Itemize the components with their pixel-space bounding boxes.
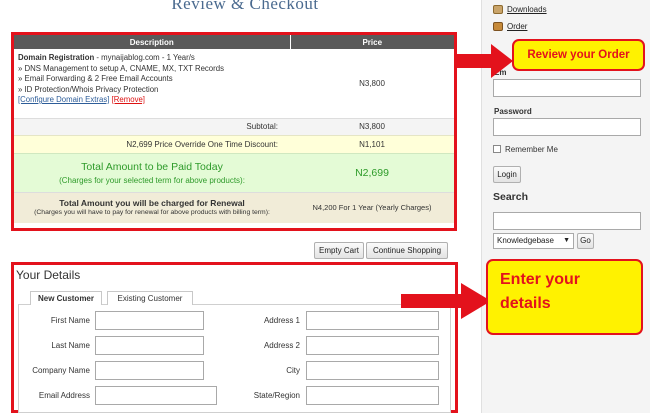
item-title: Domain Registration (18, 53, 95, 62)
total-today-subtitle: (Charges for your selected term for abov… (59, 175, 245, 185)
last-name-label: Last Name (51, 341, 90, 350)
tab-new-customer[interactable]: New Customer (30, 291, 102, 305)
first-name-label: First Name (50, 316, 90, 325)
order-summary-table: Description Price Domain Registration - … (14, 35, 454, 223)
configure-domain-extras-link[interactable]: [Configure Domain Extras] (18, 95, 109, 104)
review-order-callout-text: Review your Order (527, 49, 630, 61)
first-name-input[interactable] (95, 311, 204, 330)
page-title: Review & Checkout (171, 0, 319, 13)
item-feature: » Email Forwarding & 2 Free Email Accoun… (18, 74, 173, 83)
item-price: N3,800 (290, 49, 454, 118)
total-today-title: Total Amount to be Paid Today (81, 160, 223, 173)
search-category-select[interactable]: Knowledgebase ▼ (493, 233, 574, 249)
remember-me-checkbox[interactable] (493, 145, 501, 153)
details-heading: Your Details (16, 268, 81, 282)
download-icon (493, 5, 503, 14)
column-header-price: Price (290, 35, 454, 49)
password-label: Password (494, 107, 532, 116)
company-name-input[interactable] (95, 361, 204, 380)
arrow-right-icon (401, 283, 491, 319)
renewal-label: Total Amount you will be charged for Ren… (14, 191, 290, 223)
order-icon (493, 22, 503, 31)
sidebar-email-input[interactable] (493, 79, 641, 97)
tab-existing-customer-label: Existing Customer (117, 294, 183, 303)
column-header-description: Description (14, 35, 291, 49)
discount-label: N2,699 Price Override One Time Discount: (14, 134, 290, 153)
dropdown-arrow-icon: ▼ (563, 237, 570, 244)
email-address-label: Email Address (38, 391, 90, 400)
item-feature: » DNS Management to setup A, CNAME, MX, … (18, 63, 224, 73)
total-today-label: Total Amount to be Paid Today (Charges f… (14, 152, 290, 192)
review-order-callout: Review your Order (512, 39, 645, 71)
email-address-input[interactable] (95, 386, 217, 405)
address2-input[interactable] (306, 336, 439, 355)
discount-value: N1,101 (290, 134, 454, 153)
empty-cart-button[interactable]: Empty Cart (314, 242, 364, 259)
company-name-label: Company Name (32, 366, 90, 375)
remember-me-label: Remember Me (505, 145, 558, 154)
subtotal-value: N3,800 (290, 117, 454, 135)
sidebar-downloads-link[interactable]: Downloads (507, 5, 547, 14)
continue-shopping-button[interactable]: Continue Shopping (366, 242, 448, 259)
arrow-right-icon (457, 44, 513, 78)
sidebar-password-input[interactable] (493, 118, 641, 136)
subtotal-label: Subtotal: (14, 117, 290, 135)
last-name-input[interactable] (95, 336, 204, 355)
state-region-label: State/Region (253, 391, 300, 400)
tab-new-customer-label: New Customer (37, 294, 94, 303)
enter-details-callout: Enter your details (486, 259, 643, 335)
address1-label: Address 1 (263, 316, 300, 325)
search-heading: Search (493, 191, 529, 203)
renewal-value: N4,200 For 1 Year (Yearly Charges) (290, 191, 454, 223)
remove-item-link[interactable]: [Remove] (112, 95, 145, 104)
sidebar-order-link[interactable]: Order (507, 22, 527, 31)
sidebar-search-input[interactable] (493, 212, 641, 230)
tab-existing-customer[interactable]: Existing Customer (107, 291, 193, 305)
renewal-subtitle: (Charges you will have to pay for renewa… (34, 208, 270, 216)
search-category-value: Knowledgebase (497, 236, 554, 245)
enter-details-callout-text: Enter your details (500, 271, 581, 312)
total-today-value: N2,699 (290, 152, 454, 192)
login-button[interactable]: Login (493, 166, 521, 183)
renewal-title: Total Amount you will be charged for Ren… (59, 197, 245, 208)
item-domain: - mynaijablog.com - 1 Year/s (94, 53, 195, 62)
city-input[interactable] (306, 361, 439, 380)
city-label: City (286, 366, 300, 375)
order-item-description: Domain Registration - mynaijablog.com - … (14, 49, 290, 118)
item-feature: » ID Protection/Whois Privacy Protection (18, 84, 159, 94)
address2-label: Address 2 (263, 341, 300, 350)
state-region-input[interactable] (306, 386, 439, 405)
search-go-button[interactable]: Go (577, 233, 594, 249)
